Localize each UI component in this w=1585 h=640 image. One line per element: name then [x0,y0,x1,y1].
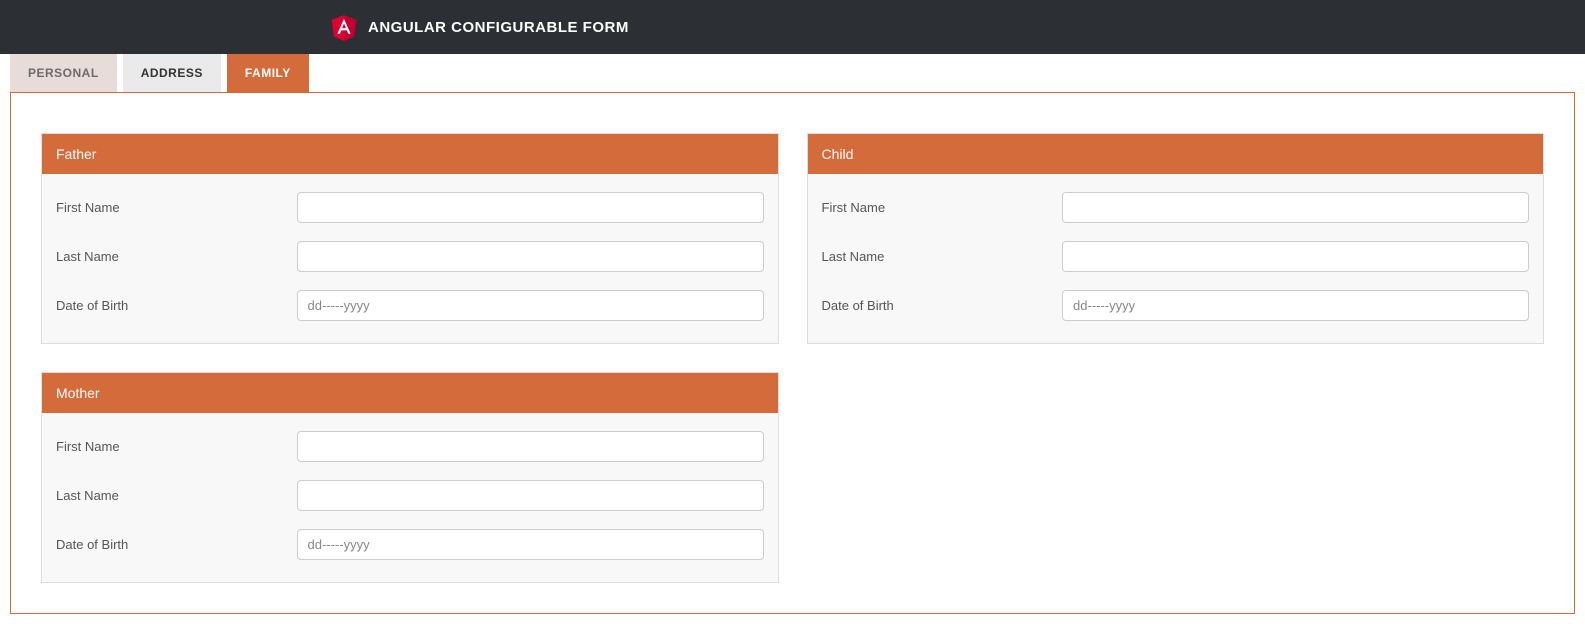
father-first-name-input[interactable] [297,192,764,223]
card-header-child: Child [808,134,1544,174]
card-body-child: First Name Last Name Date of Birth [808,174,1544,343]
last-name-label: Last Name [822,249,1063,264]
tab-address[interactable]: ADDRESS [123,54,221,92]
mother-last-name-input[interactable] [297,480,764,511]
card-body-mother: First Name Last Name Date of Birth [42,413,778,582]
card-father: Father First Name Last Name Date of Birt… [41,133,779,344]
card-header-mother: Mother [42,373,778,413]
tab-family[interactable]: FAMILY [227,54,309,92]
child-first-name-input[interactable] [1062,192,1529,223]
card-body-father: First Name Last Name Date of Birth [42,174,778,343]
tab-bar: PERSONAL ADDRESS FAMILY [0,54,1585,92]
form-row: Date of Birth [56,529,764,560]
father-last-name-input[interactable] [297,241,764,272]
form-row: Date of Birth [822,290,1530,321]
father-dob-input[interactable] [297,290,764,321]
first-name-label: First Name [56,439,297,454]
card-child: Child First Name Last Name Date of Birth [807,133,1545,344]
app-header: ANGULAR CONFIGURABLE FORM [0,0,1585,54]
form-row: Last Name [56,480,764,511]
form-row: First Name [56,192,764,223]
cards-grid: Father First Name Last Name Date of Birt… [41,133,1544,583]
form-row: Last Name [822,241,1530,272]
last-name-label: Last Name [56,249,297,264]
card-header-father: Father [42,134,778,174]
tab-personal[interactable]: PERSONAL [10,54,117,92]
form-row: First Name [822,192,1530,223]
card-mother: Mother First Name Last Name Date of Birt… [41,372,779,583]
mother-dob-input[interactable] [297,529,764,560]
dob-label: Date of Birth [822,298,1063,313]
tab-content: Father First Name Last Name Date of Birt… [10,92,1575,614]
header-inner: ANGULAR CONFIGURABLE FORM [330,12,629,42]
dob-label: Date of Birth [56,298,297,313]
form-row: First Name [56,431,764,462]
first-name-label: First Name [56,200,297,215]
mother-first-name-input[interactable] [297,431,764,462]
last-name-label: Last Name [56,488,297,503]
first-name-label: First Name [822,200,1063,215]
app-title: ANGULAR CONFIGURABLE FORM [368,19,629,36]
child-dob-input[interactable] [1062,290,1529,321]
form-row: Date of Birth [56,290,764,321]
child-last-name-input[interactable] [1062,241,1529,272]
form-row: Last Name [56,241,764,272]
dob-label: Date of Birth [56,537,297,552]
angular-logo-icon [330,12,358,42]
